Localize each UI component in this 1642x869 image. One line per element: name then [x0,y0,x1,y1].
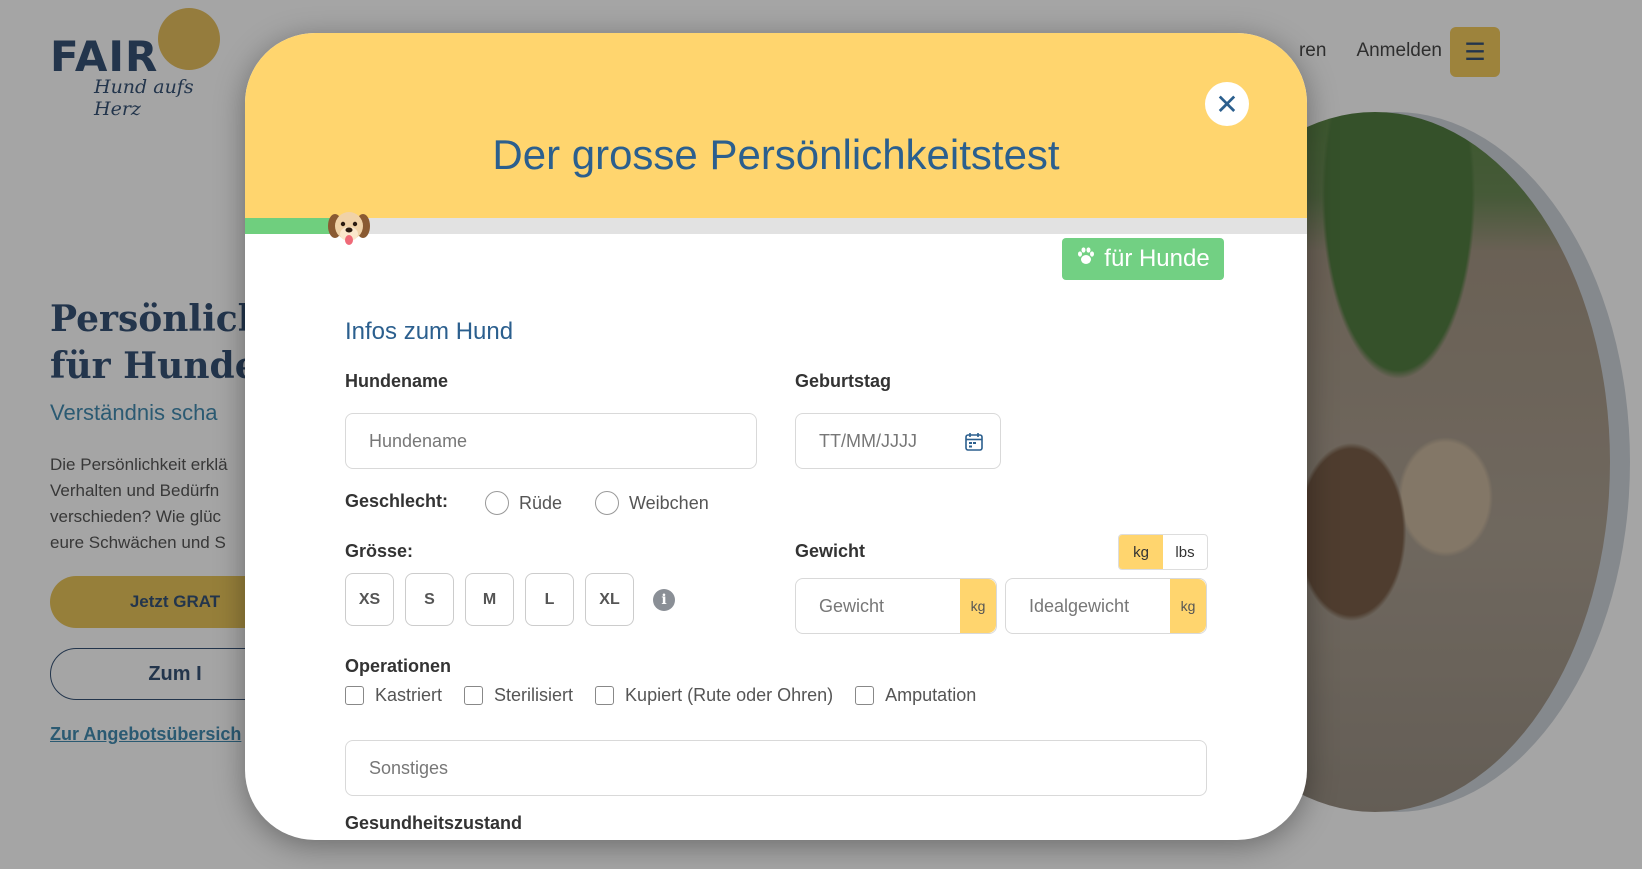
checkbox-castrated[interactable]: Kastriert [345,685,442,706]
checkbox-box[interactable] [855,686,875,705]
checkbox-docked[interactable]: Kupiert (Rute oder Ohren) [595,685,833,706]
weight-input[interactable]: Gewicht kg [795,578,997,634]
ideal-weight-input[interactable]: Idealgewicht kg [1005,578,1207,634]
gender-label: Geschlecht: [345,491,449,511]
operations-label: Operationen [345,656,452,676]
birthday-input[interactable]: TT/MM/JJJJ [795,413,1001,469]
checkbox-amputation[interactable]: Amputation [855,685,976,706]
gender-radio-male[interactable]: Rüde [485,491,562,515]
checkbox-label: Kastriert [375,685,443,705]
size-button-xl[interactable]: XL [585,573,634,626]
paw-icon [1076,245,1096,273]
gender-radio-female[interactable]: Weibchen [595,491,709,515]
species-badge: für Hunde [1062,238,1224,280]
dog-name-input[interactable]: Hundename [345,413,757,469]
close-button[interactable]: ✕ [1205,82,1249,126]
size-button-l[interactable]: L [525,573,574,626]
unit-option-lbs[interactable]: lbs [1163,535,1207,569]
radio-circle[interactable] [595,491,619,515]
progress-bar [245,212,1307,245]
species-badge-label: für Hunde [1104,245,1210,272]
other-operations-input[interactable]: Sonstiges [345,740,1207,796]
close-icon: ✕ [1215,87,1239,121]
radio-circle[interactable] [485,491,509,515]
checkbox-box[interactable] [345,686,364,705]
weight-unit-toggle: kg lbs [1118,534,1208,570]
ideal-weight-placeholder: Idealgewicht [1029,595,1130,616]
checkbox-label: Kupiert (Rute oder Ohren) [625,685,834,705]
modal-title: Der grosse Persönlichkeitstest [492,131,1060,178]
ideal-weight-unit-suffix: kg [1170,579,1206,633]
weight-label: Gewicht [795,541,866,561]
modal-header: Der grosse Persönlichkeitstest ✕ [245,33,1307,218]
birthday-placeholder: TT/MM/JJJJ [819,430,917,451]
size-label: Grösse: [345,541,414,561]
checkbox-sterilized[interactable]: Sterilisiert [464,685,573,706]
section-title: Infos zum Hund [345,318,514,345]
size-button-s[interactable]: S [405,573,454,626]
progress-fill [245,218,330,234]
weight-placeholder: Gewicht [819,595,885,616]
size-button-xs[interactable]: XS [345,573,394,626]
health-label: Gesundheitszustand [345,813,523,833]
info-icon[interactable]: i [653,589,675,611]
checkbox-box[interactable] [595,686,615,705]
checkbox-box[interactable] [464,686,484,705]
personality-test-modal: Der grosse Persönlichkeitstest ✕ für Hun… [245,33,1307,840]
radio-label-female: Weibchen [629,492,709,513]
name-label: Hundename [345,371,449,391]
unit-option-kg[interactable]: kg [1119,535,1163,569]
dog-face-icon [325,204,373,252]
radio-label-male: Rüde [519,492,563,513]
size-button-m[interactable]: M [465,573,514,626]
weight-unit-suffix: kg [960,579,996,633]
operations-checkboxes: Kastriert Sterilisiert Kupiert (Rute ode… [345,685,998,706]
birthday-label: Geburtstag [795,371,892,391]
checkbox-label: Amputation [885,685,977,705]
calendar-icon[interactable] [964,432,984,457]
checkbox-label: Sterilisiert [494,685,574,705]
